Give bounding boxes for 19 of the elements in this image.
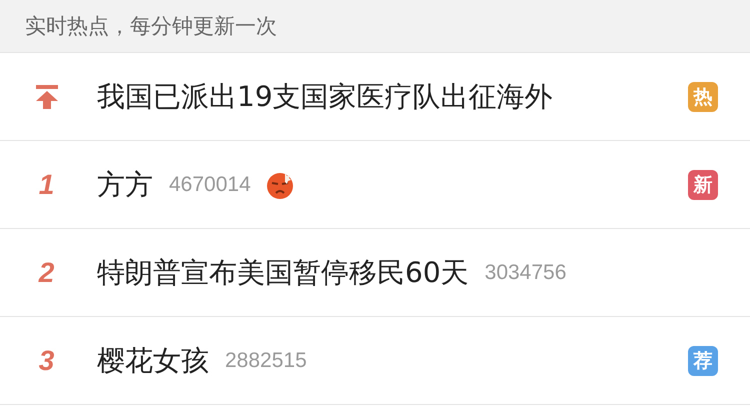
- topic-title: 我国已派出19支国家医疗队出征海外: [97, 78, 553, 114]
- heat-count: 3034756: [484, 260, 566, 284]
- rank-number: 1: [38, 168, 54, 200]
- hot-search-row[interactable]: 3 樱花女孩 2882515 荐: [0, 317, 750, 405]
- hot-search-row[interactable]: 2 特朗普宣布美国暂停移民60天 3034756: [0, 229, 750, 317]
- topic-title: 特朗普宣布美国暂停移民60天: [97, 254, 469, 290]
- hot-search-row[interactable]: 我国已派出19支国家医疗队出征海外 热: [0, 53, 750, 141]
- header-title: 实时热点，每分钟更新一次: [25, 13, 277, 40]
- heat-count: 4670014: [169, 172, 251, 196]
- hot-search-row[interactable]: 1 方方 4670014 新: [0, 141, 750, 229]
- tag-badge: 新: [688, 170, 718, 200]
- tag-badge: 荐: [688, 346, 718, 376]
- topic-title: 方方: [97, 166, 153, 202]
- tag-badge: 热: [688, 82, 718, 112]
- rank-number: 3: [38, 344, 54, 376]
- pin-top-icon: [34, 84, 58, 110]
- topic-title: 樱花女孩: [97, 342, 209, 378]
- rank-number: 2: [38, 256, 54, 288]
- heat-count: 2882515: [225, 348, 307, 372]
